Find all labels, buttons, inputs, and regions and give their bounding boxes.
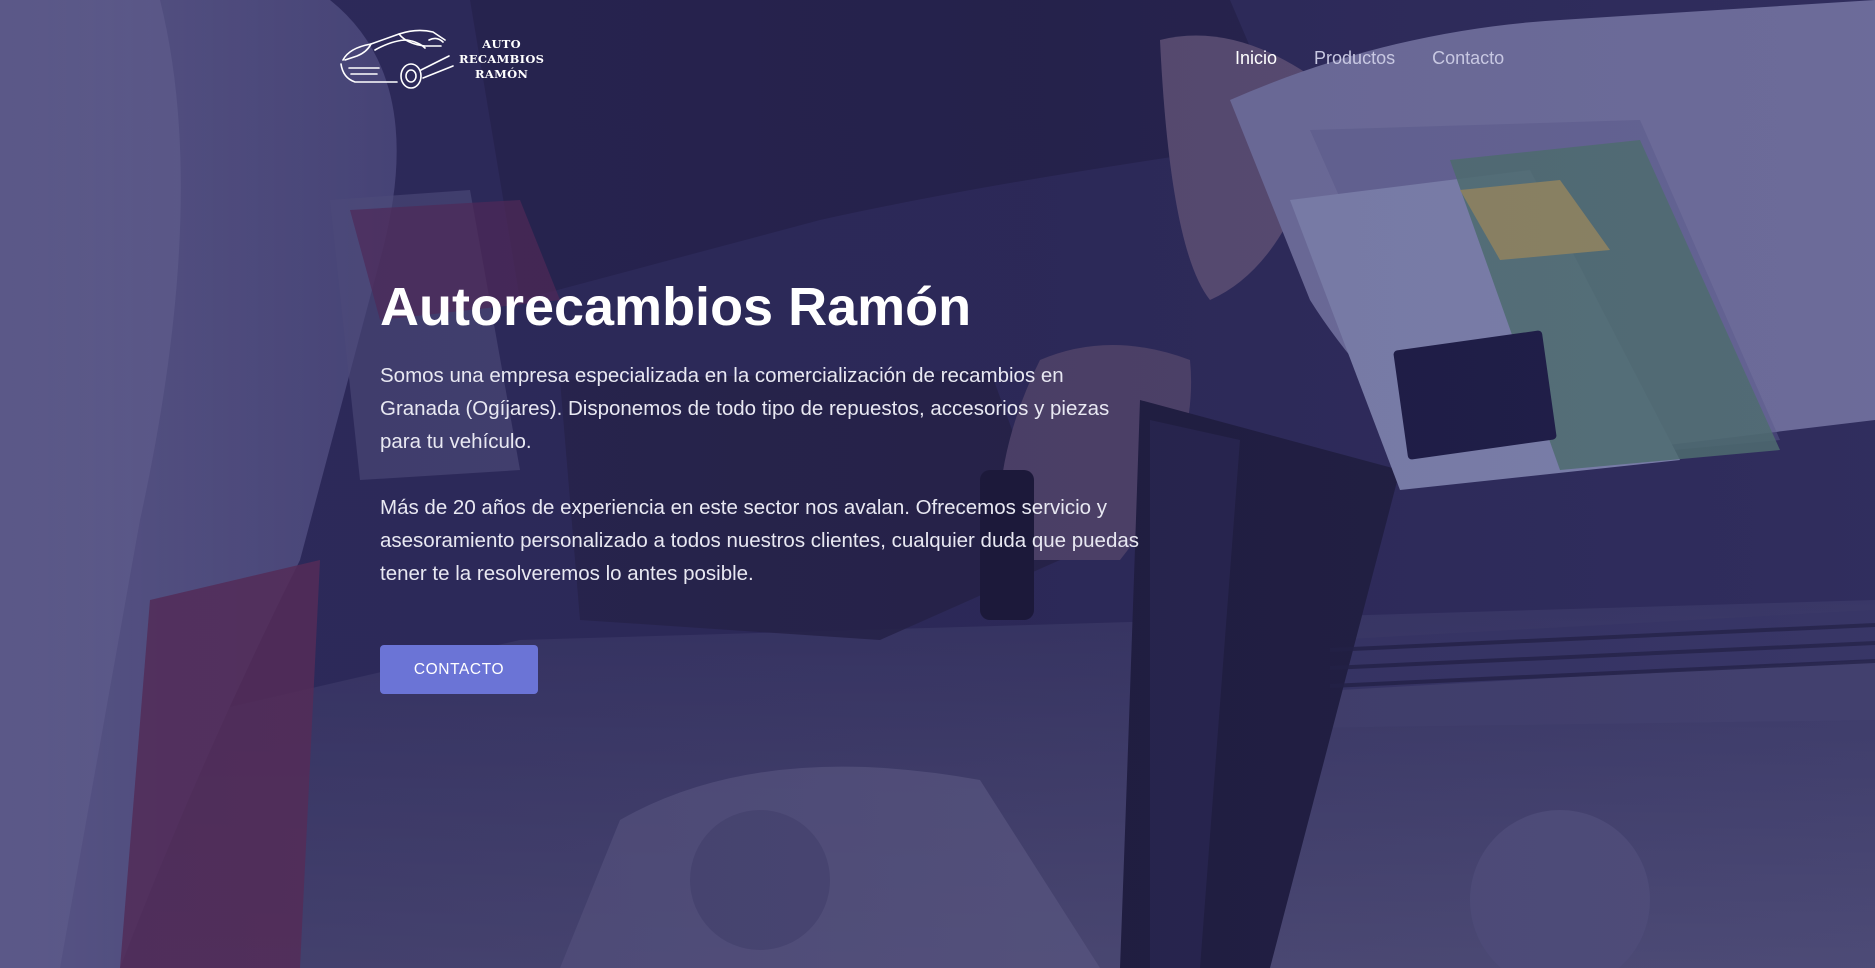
- page-title: Autorecambios Ramón: [380, 277, 972, 337]
- car-logo-icon: [340, 29, 454, 89]
- logo-line-1: AUTO: [482, 36, 521, 51]
- main-menu: Inicio Productos Contacto: [1235, 48, 1504, 69]
- top-navigation: AUTO RECAMBIOS RAMÓN Inicio Productos Co…: [0, 0, 1875, 120]
- hero-content: Autorecambios Ramón Somos una empresa es…: [380, 273, 1140, 590]
- nav-item-inicio[interactable]: Inicio: [1235, 48, 1277, 69]
- logo-line-2: RECAMBIOS: [459, 51, 545, 66]
- site-logo[interactable]: AUTO RECAMBIOS RAMÓN: [337, 26, 549, 92]
- nav-item-productos[interactable]: Productos: [1314, 48, 1395, 69]
- hero-section: AUTO RECAMBIOS RAMÓN Inicio Productos Co…: [0, 0, 1875, 968]
- experience-paragraph: Más de 20 años de experiencia en este se…: [380, 496, 1140, 585]
- intro-paragraph: Somos una empresa especializada en la co…: [380, 364, 1110, 453]
- nav-item-contacto[interactable]: Contacto: [1432, 48, 1504, 69]
- logo-wordmark: AUTO RECAMBIOS RAMÓN: [459, 37, 544, 82]
- contact-button[interactable]: CONTACTO: [380, 645, 538, 694]
- logo-line-3: RAMÓN: [475, 66, 529, 81]
